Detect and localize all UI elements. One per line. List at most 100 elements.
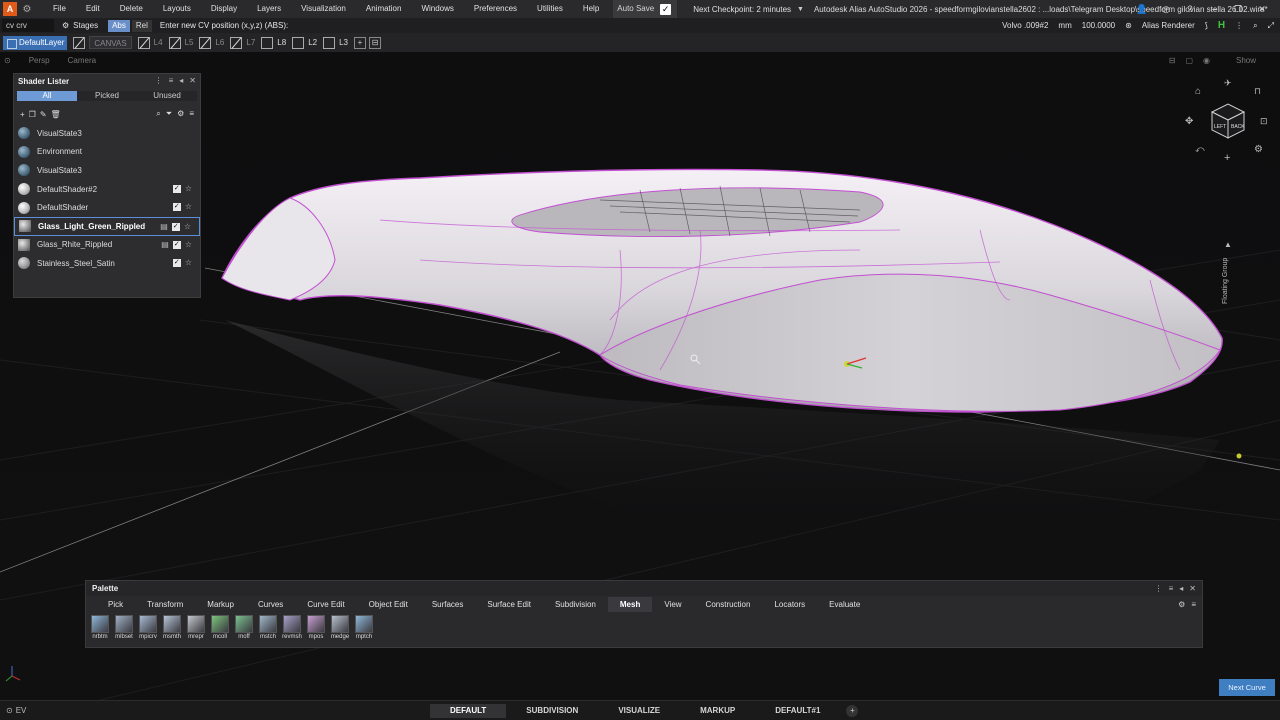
camera-label[interactable]: Camera xyxy=(68,56,96,65)
cube-face-back[interactable]: BACK xyxy=(1231,124,1245,130)
menu-help[interactable]: Help xyxy=(573,0,609,18)
layer-canvas[interactable]: CANVAS xyxy=(73,36,132,49)
tool-mptch[interactable]: mptch xyxy=(354,615,374,640)
pin-icon[interactable]: ☆ xyxy=(185,198,192,216)
close-icon[interactable]: ✕ xyxy=(189,74,196,88)
eye-icon[interactable]: ◉ xyxy=(1203,56,1210,65)
tab-curve-edit[interactable]: Curve Edit xyxy=(295,597,356,612)
copy-shader-icon[interactable]: ❐ xyxy=(29,110,36,119)
view-options-icon[interactable]: ⊙ xyxy=(4,56,11,65)
shader-item-glass-light-green-rippled[interactable]: Glass_Light_Green_Rippled ▤ ✓ ☆ xyxy=(14,216,200,236)
search-icon[interactable]: ⌕ xyxy=(1253,21,1257,31)
shader-item-stainless-steel-satin[interactable]: Stainless_Steel_Satin ✓ ☆ xyxy=(14,254,200,273)
add-layer-button[interactable]: + xyxy=(354,36,367,49)
layer-visibility-icon[interactable] xyxy=(199,36,212,49)
tab-subdivision[interactable]: Subdivision xyxy=(543,597,608,612)
visibility-checkbox[interactable]: ✓ xyxy=(172,240,181,249)
floating-group[interactable]: ▲ Floating Group xyxy=(1222,240,1236,330)
frame-icon[interactable]: ▢ xyxy=(1185,56,1193,65)
shader-item-defaultshader2[interactable]: DefaultShader#2 ✓ ☆ xyxy=(14,180,200,199)
stages-button[interactable]: ⚙ Stages xyxy=(62,21,98,30)
tab-mesh[interactable]: Mesh xyxy=(607,597,653,612)
layer-l2[interactable]: L2 xyxy=(292,36,317,49)
workspace-subdivision[interactable]: SUBDIVISION xyxy=(506,704,598,718)
tool-mpos[interactable]: mpos xyxy=(306,615,326,640)
layer-visibility-icon[interactable] xyxy=(292,36,305,49)
menu-visualization[interactable]: Visualization xyxy=(291,0,356,18)
user-icon[interactable]: 👤 xyxy=(1130,4,1154,15)
tab-picked[interactable]: Picked xyxy=(77,91,137,101)
layer-l7[interactable]: L7 xyxy=(230,36,255,49)
tool-revmsh[interactable]: revmsh xyxy=(282,615,302,640)
workspace-markup[interactable]: MARKUP xyxy=(680,704,755,718)
layer-visibility-icon[interactable] xyxy=(137,36,150,49)
add-workspace-button[interactable]: + xyxy=(846,705,859,717)
graph-icon[interactable]: ▤ xyxy=(160,218,168,236)
visibility-checkbox[interactable]: ✓ xyxy=(172,184,181,193)
menu-layouts[interactable]: Layouts xyxy=(153,0,201,18)
expand-icon[interactable]: ⤢ xyxy=(1268,21,1274,31)
tab-view[interactable]: View xyxy=(652,597,693,612)
lock-icon[interactable]: ⊓ xyxy=(1254,86,1261,97)
pin-icon[interactable]: ✈ xyxy=(1224,78,1232,89)
undo-view-icon[interactable]: ⤺ xyxy=(1195,144,1205,155)
tool-mcoll[interactable]: mcoll xyxy=(210,615,230,640)
tab-construction[interactable]: Construction xyxy=(694,597,763,612)
pin-icon[interactable]: ☆ xyxy=(185,236,192,254)
tool-medge[interactable]: medge xyxy=(330,615,350,640)
gear-icon[interactable]: ⚙ xyxy=(21,4,33,15)
tab-surface-edit[interactable]: Surface Edit xyxy=(475,597,543,612)
link-icon[interactable]: ⟆ xyxy=(1205,21,1208,30)
collapse-icon[interactable]: ◂ xyxy=(1179,581,1183,596)
cube-face-left[interactable]: LEFT xyxy=(1214,124,1226,130)
default-layer-button[interactable]: DefaultLayer xyxy=(3,35,68,50)
tab-all[interactable]: All xyxy=(17,91,77,101)
visibility-checkbox[interactable]: ✓ xyxy=(172,203,181,212)
layer-visibility-icon[interactable] xyxy=(230,36,243,49)
menu-display[interactable]: Display xyxy=(201,0,247,18)
view-name[interactable]: Persp xyxy=(29,56,50,65)
tab-curves[interactable]: Curves xyxy=(246,597,295,612)
menu-windows[interactable]: Windows xyxy=(411,0,463,18)
command-field[interactable]: cv crv xyxy=(2,19,54,32)
layer-l3[interactable]: L3 xyxy=(323,36,348,49)
pin-icon[interactable]: ☆ xyxy=(184,218,191,236)
tab-unused[interactable]: Unused xyxy=(137,91,197,101)
graph-icon[interactable]: ▤ xyxy=(161,236,169,254)
menu-preferences[interactable]: Preferences xyxy=(464,0,527,18)
menu-edit[interactable]: Edit xyxy=(76,0,110,18)
orbit-icon[interactable]: ✥ xyxy=(1185,116,1193,127)
menu-layers[interactable]: Layers xyxy=(247,0,291,18)
zoom-icon[interactable]: ⊡ xyxy=(1260,116,1268,127)
pin-icon[interactable]: ☆ xyxy=(185,254,192,272)
layer-visibility-icon[interactable] xyxy=(261,36,274,49)
layer-visibility-icon[interactable] xyxy=(323,36,336,49)
ev-toggle[interactable]: ⊙ EV xyxy=(6,706,26,715)
settings-icon[interactable]: ⚙ xyxy=(1178,596,1185,613)
autosave-toggle[interactable]: Auto Save ✓ xyxy=(613,0,678,18)
layer-visibility-icon[interactable] xyxy=(168,36,181,49)
close-icon[interactable]: ✕ xyxy=(1250,4,1274,15)
next-curve-button[interactable]: Next Curve xyxy=(1219,679,1275,696)
filter-icon[interactable]: ⏷ xyxy=(166,106,172,122)
workspace-visualize[interactable]: VISUALIZE xyxy=(598,704,680,718)
shader-item-glass-rhite-rippled[interactable]: Glass_Rhite_Rippled ▤ ✓ ☆ xyxy=(14,236,200,255)
settings-icon[interactable]: ⚙ xyxy=(1254,144,1263,155)
add-shader-icon[interactable]: + xyxy=(20,110,25,119)
menu-icon[interactable]: ≡ xyxy=(169,74,174,88)
tool-moff[interactable]: moff xyxy=(234,615,254,640)
visibility-checkbox[interactable]: ✓ xyxy=(172,259,181,268)
list-menu-icon[interactable]: ≡ xyxy=(189,106,194,122)
rel-button[interactable]: Rel xyxy=(131,19,152,32)
layer-l4[interactable]: L4 xyxy=(137,36,163,49)
layer-visibility-icon[interactable] xyxy=(73,36,86,49)
menu-animation[interactable]: Animation xyxy=(356,0,412,18)
autosave-checkbox[interactable]: ✓ xyxy=(660,3,672,15)
layer-l5[interactable]: L5 xyxy=(168,36,193,49)
pin-icon[interactable]: ☆ xyxy=(185,180,192,198)
menu-file[interactable]: File xyxy=(43,0,76,18)
collapse-icon[interactable]: ◂ xyxy=(179,74,183,88)
workspace-default-1[interactable]: DEFAULT#1 xyxy=(755,704,840,718)
options-icon[interactable]: ⋮ xyxy=(155,74,163,88)
tab-evaluate[interactable]: Evaluate xyxy=(817,597,872,612)
